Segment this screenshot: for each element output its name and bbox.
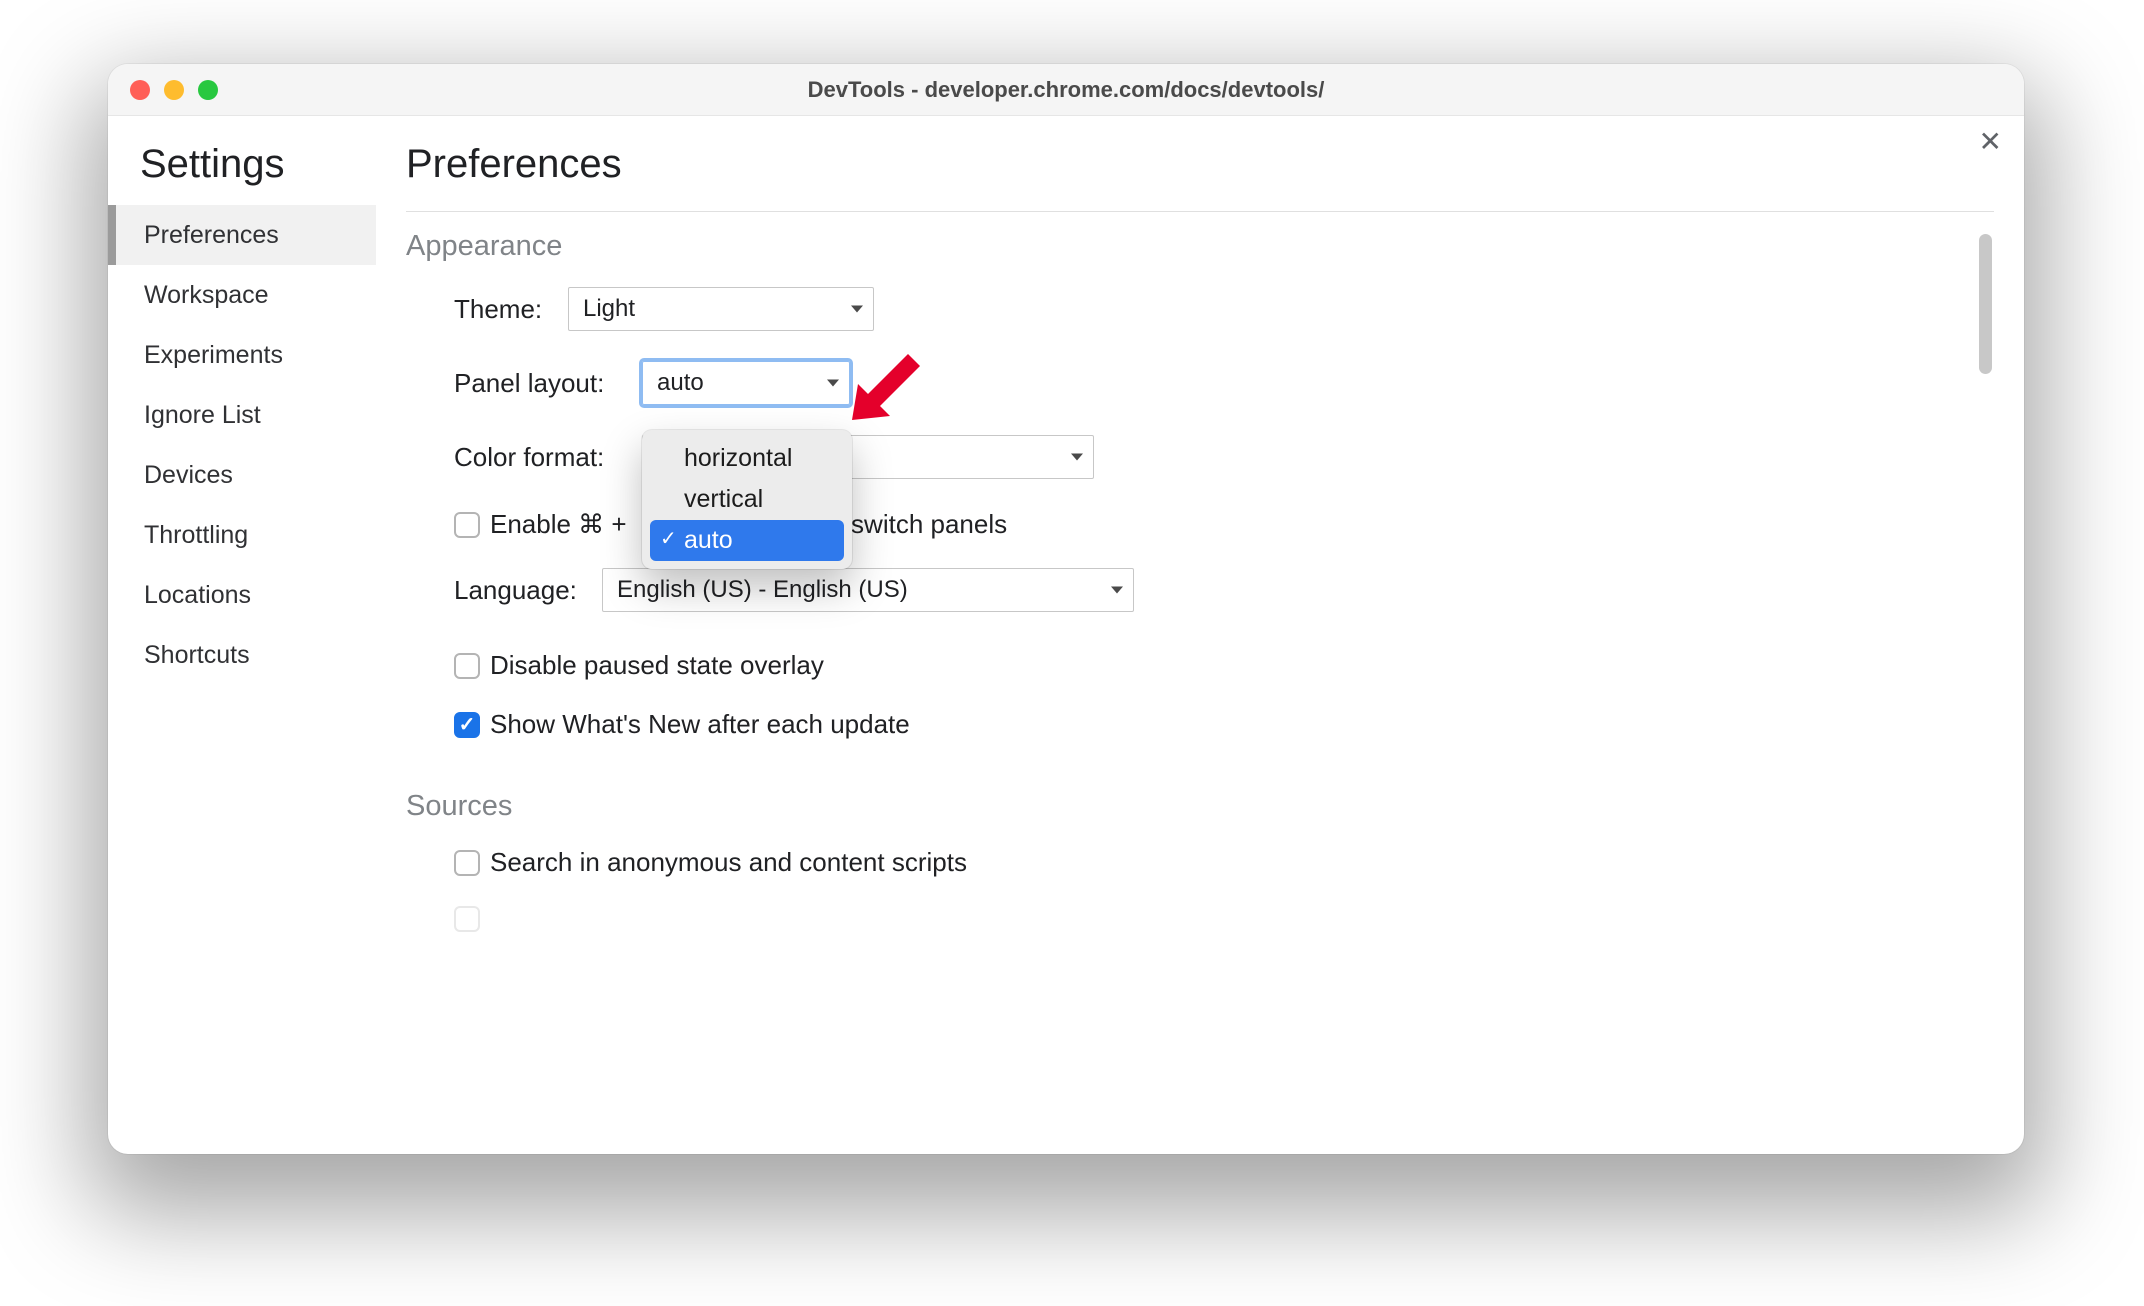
section-appearance-header: Appearance xyxy=(406,230,1984,263)
close-window-button[interactable] xyxy=(130,80,150,100)
sidebar-item-label: Locations xyxy=(144,581,251,609)
chevron-down-icon xyxy=(827,380,839,387)
sidebar-item-throttling[interactable]: Throttling xyxy=(108,505,376,565)
sidebar-item-workspace[interactable]: Workspace xyxy=(108,265,376,325)
scrollbar-thumb[interactable] xyxy=(1979,234,1992,374)
close-settings-button[interactable]: ✕ xyxy=(1979,128,2002,156)
language-row: Language: English (US) - English (US) xyxy=(454,568,1984,612)
truncated-row xyxy=(454,906,1984,932)
show-whatsnew-row: Show What's New after each update xyxy=(454,709,1984,740)
panel-layout-select[interactable]: auto xyxy=(642,361,850,405)
sidebar-item-label: Ignore List xyxy=(144,401,261,429)
sidebar-item-label: Preferences xyxy=(144,221,279,249)
section-sources-header: Sources xyxy=(406,790,1984,823)
panel-layout-option-vertical[interactable]: vertical xyxy=(650,479,844,520)
minimize-window-button[interactable] xyxy=(164,80,184,100)
divider xyxy=(406,211,1994,212)
settings-sidebar-title: Settings xyxy=(108,142,376,205)
sidebar-item-label: Shortcuts xyxy=(144,641,250,669)
sidebar-item-label: Devices xyxy=(144,461,233,489)
panel-layout-label: Panel layout: xyxy=(454,368,642,399)
chevron-down-icon xyxy=(851,306,863,313)
panel-layout-row: Panel layout: auto xyxy=(454,361,1984,405)
window-titlebar: DevTools - developer.chrome.com/docs/dev… xyxy=(108,64,2024,116)
theme-select[interactable]: Light xyxy=(568,287,874,331)
window: DevTools - developer.chrome.com/docs/dev… xyxy=(108,64,2024,1154)
panel-layout-dropdown[interactable]: horizontal vertical auto xyxy=(642,430,852,569)
sidebar-item-preferences[interactable]: Preferences xyxy=(108,205,376,265)
page-title: Preferences xyxy=(406,142,1994,187)
language-label: Language: xyxy=(454,575,602,606)
search-anon-row: Search in anonymous and content scripts xyxy=(454,847,1984,878)
panel-layout-option-auto[interactable]: auto xyxy=(650,520,844,561)
arrow-annotation-icon xyxy=(846,346,926,426)
theme-row: Theme: Light xyxy=(454,287,1984,331)
chevron-down-icon xyxy=(1111,587,1123,594)
show-whatsnew-label: Show What's New after each update xyxy=(490,709,910,740)
disable-paused-overlay-checkbox[interactable] xyxy=(454,653,480,679)
enable-cmd-shortcut-checkbox[interactable] xyxy=(454,512,480,538)
settings-sidebar-list: Preferences Workspace Experiments Ignore… xyxy=(108,205,376,685)
truncated-checkbox[interactable] xyxy=(454,906,480,932)
window-title: DevTools - developer.chrome.com/docs/dev… xyxy=(108,77,2024,103)
color-format-label: Color format: xyxy=(454,442,642,473)
settings-sidebar: Settings Preferences Workspace Experimen… xyxy=(108,116,376,1154)
sidebar-item-shortcuts[interactable]: Shortcuts xyxy=(108,625,376,685)
language-select-value: English (US) - English (US) xyxy=(617,576,908,604)
preferences-panel: Preferences Appearance Theme: Light xyxy=(376,116,2024,1154)
disable-paused-overlay-label: Disable paused state overlay xyxy=(490,650,824,681)
theme-label: Theme: xyxy=(454,294,568,325)
theme-select-value: Light xyxy=(583,295,635,323)
sidebar-item-ignore-list[interactable]: Ignore List xyxy=(108,385,376,445)
sidebar-item-label: Workspace xyxy=(144,281,269,309)
search-anon-label: Search in anonymous and content scripts xyxy=(490,847,967,878)
panel-layout-select-value: auto xyxy=(657,369,704,397)
search-anon-checkbox[interactable] xyxy=(454,850,480,876)
sidebar-item-devices[interactable]: Devices xyxy=(108,445,376,505)
sidebar-item-label: Throttling xyxy=(144,521,248,549)
disable-paused-overlay-row: Disable paused state overlay xyxy=(454,650,1984,681)
traffic-lights xyxy=(130,80,218,100)
show-whatsnew-checkbox[interactable] xyxy=(454,712,480,738)
panel-layout-option-horizontal[interactable]: horizontal xyxy=(650,438,844,479)
chevron-down-icon xyxy=(1071,454,1083,461)
sidebar-item-experiments[interactable]: Experiments xyxy=(108,325,376,385)
zoom-window-button[interactable] xyxy=(198,80,218,100)
sidebar-item-locations[interactable]: Locations xyxy=(108,565,376,625)
preferences-scroll-area[interactable]: Appearance Theme: Light Panel layout: au… xyxy=(406,230,1994,1152)
language-select[interactable]: English (US) - English (US) xyxy=(602,568,1134,612)
sidebar-item-label: Experiments xyxy=(144,341,283,369)
